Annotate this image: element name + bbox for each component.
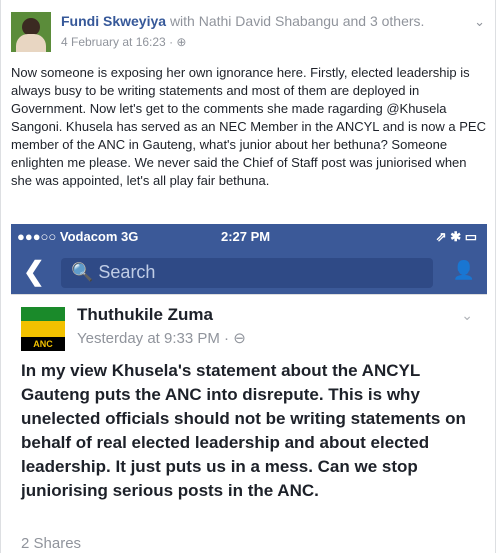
phone-time: 2:27 PM — [221, 229, 271, 244]
phone-status-bar: ●●●○○ Vodacom 3G 2:27 PM ⇗ ✱ ▭ — [11, 224, 487, 250]
chevron-down-icon[interactable]: ⌄ — [474, 14, 485, 30]
shares-count: 2 Shares — [21, 535, 82, 552]
author-name[interactable]: Fundi Skweyiya — [61, 13, 166, 29]
shared-author: Thuthukile Zuma — [77, 305, 213, 324]
friend-requests-icon: 👤 — [452, 260, 475, 280]
shared-time: Yesterday at 9:33 PM · — [77, 330, 234, 347]
anc-logo: ANC — [21, 307, 65, 351]
shared-meta: Yesterday at 9:33 PM · ⊖ — [77, 329, 246, 347]
shared-body: In my view Khusela's statement about the… — [21, 361, 466, 500]
post-timestamp[interactable]: 4 February at 16:23 — [61, 35, 166, 49]
search-field: 🔍 Search — [61, 258, 433, 288]
friends-icon: ⊖ — [233, 330, 246, 347]
facebook-post: Fundi Skweyiya with Nathi David Shabangu… — [0, 0, 496, 553]
globe-icon: · ⊕ — [169, 35, 187, 49]
tagged-people[interactable]: with Nathi David Shabangu and 3 others. — [170, 13, 425, 29]
carrier-text: ●●●○○ Vodacom 3G — [17, 229, 139, 244]
phone-nav-bar: ❮ 🔍 Search 👤 — [11, 250, 487, 294]
back-icon: ❮ — [23, 256, 45, 286]
chevron-down-icon: ⌄ — [461, 307, 473, 323]
embedded-screenshot: ●●●○○ Vodacom 3G 2:27 PM ⇗ ✱ ▭ ❮ 🔍 Searc… — [11, 224, 487, 553]
post-meta: 4 February at 16:23 · ⊕ — [61, 35, 186, 49]
author-avatar[interactable] — [11, 12, 51, 52]
shared-post-card: ANC Thuthukile Zuma Yesterday at 9:33 PM… — [11, 294, 487, 553]
post-body: Now someone is exposing her own ignoranc… — [11, 65, 486, 188]
status-icons: ⇗ ✱ ▭ — [435, 229, 477, 244]
post-header: Fundi Skweyiya with Nathi David Shabangu… — [61, 13, 424, 29]
